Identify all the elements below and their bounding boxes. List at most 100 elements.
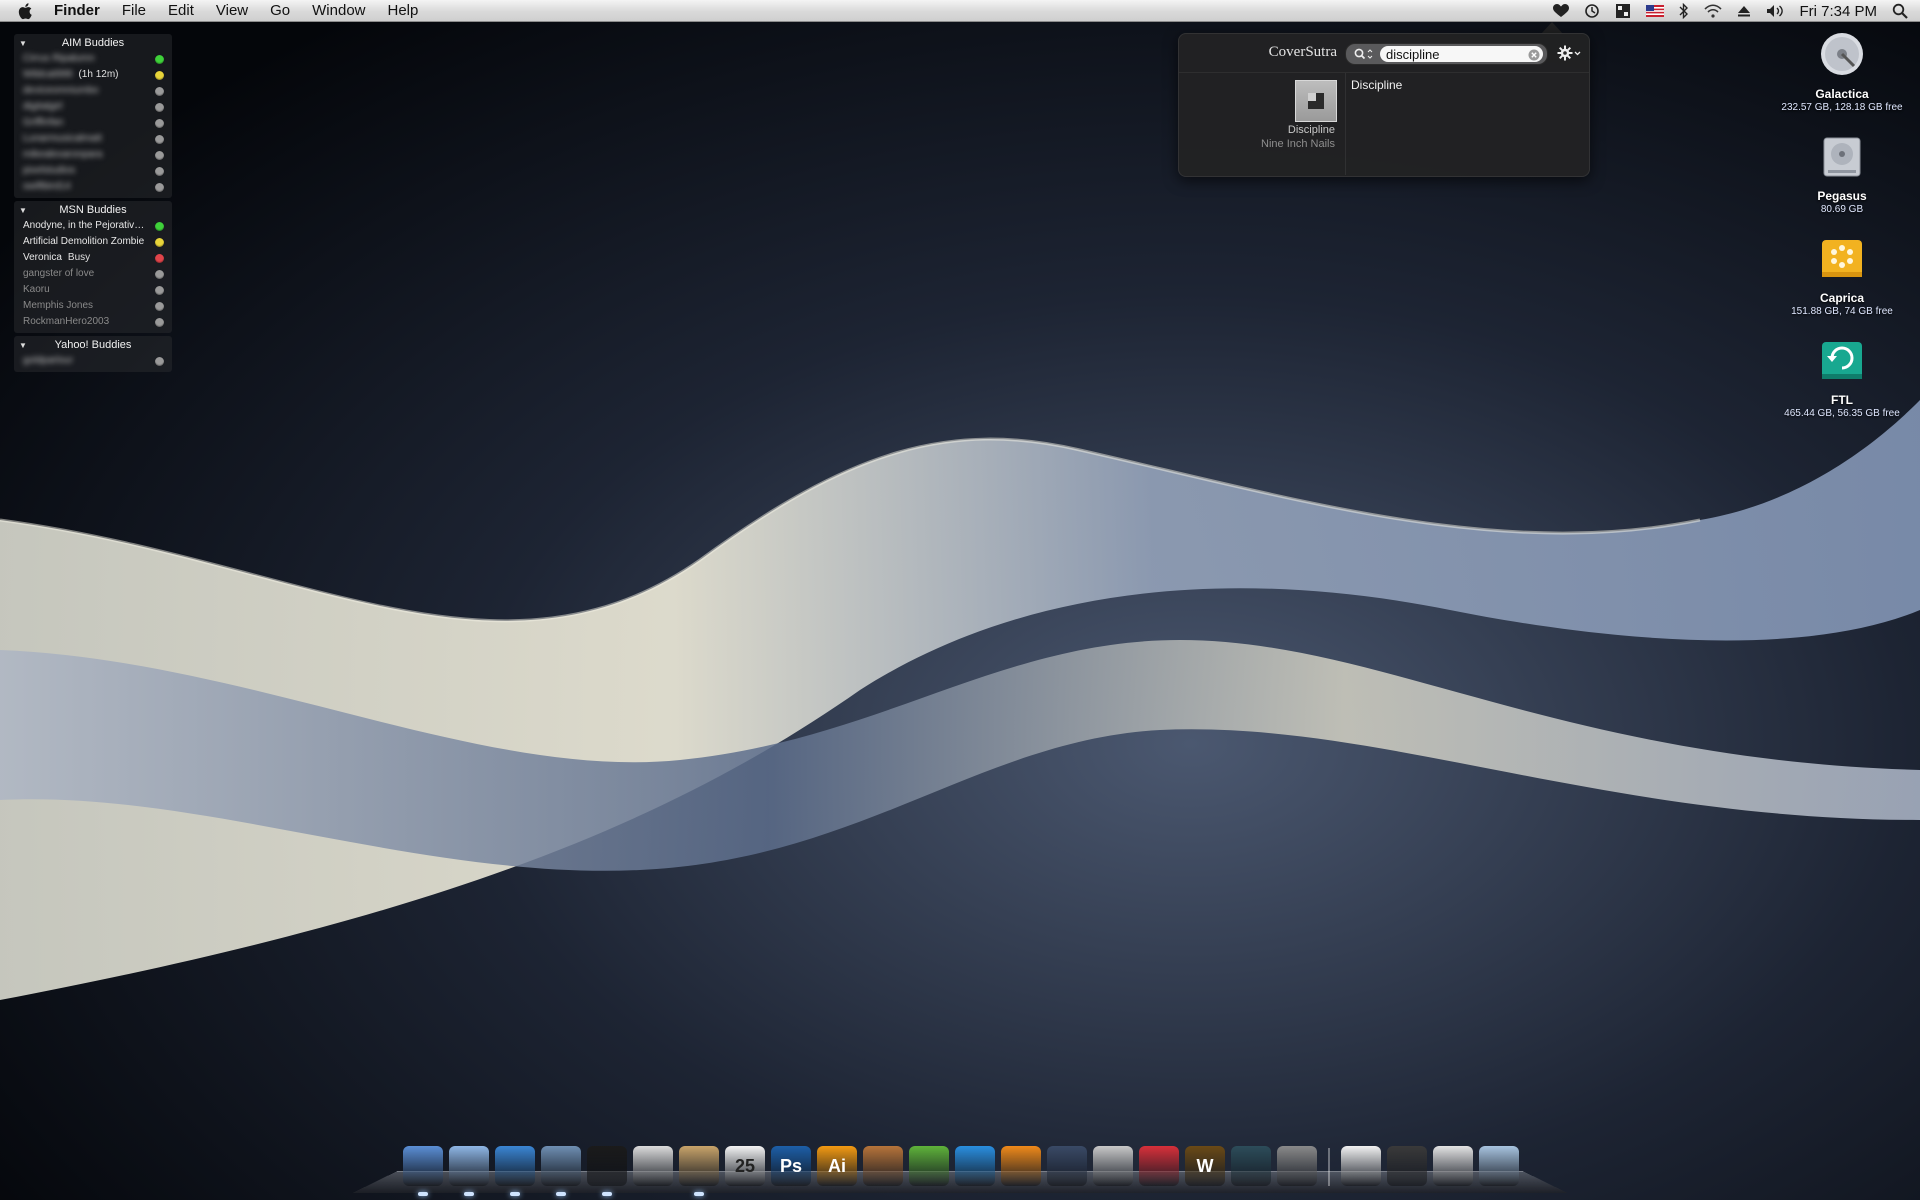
disclosure-triangle-icon[interactable]: ▼ — [19, 338, 27, 353]
trash-icon[interactable] — [1479, 1146, 1519, 1186]
buddy-row[interactable]: Anodyne, in the Pejorative... — [14, 218, 172, 234]
buddy-name: swiftbird14 — [23, 181, 71, 192]
network-utility-icon[interactable] — [1047, 1146, 1087, 1186]
bluetooth-menu-icon[interactable] — [1679, 3, 1689, 19]
search-result-item[interactable]: Discipline — [1351, 78, 1402, 92]
buddy-row[interactable]: Lunarmusicalmatt — [14, 131, 172, 147]
disclosure-triangle-icon[interactable]: ▼ — [19, 36, 27, 51]
buddy-group-name: AIM Buddies — [61, 37, 125, 49]
menu-window[interactable]: Window — [301, 0, 376, 22]
downloads-stack-icon[interactable] — [1387, 1146, 1427, 1186]
menu-edit[interactable]: Edit — [157, 0, 205, 22]
buddy-row[interactable]: mikealexaronpara — [14, 147, 172, 163]
menu-file[interactable]: File — [111, 0, 157, 22]
quicktime-icon[interactable] — [955, 1146, 995, 1186]
buddy-group: ▼ Yahoo! Buddies goldparlour — [14, 336, 172, 372]
buddy-row[interactable]: Kaoru — [14, 282, 172, 298]
status-dot-icon — [155, 238, 164, 247]
world-of-warcraft-icon[interactable]: W — [1185, 1146, 1225, 1186]
buddy-row[interactable]: deviceomniumbo — [14, 83, 172, 99]
documents-stack-icon[interactable] — [1433, 1146, 1473, 1186]
transmit-icon[interactable] — [1093, 1146, 1133, 1186]
dock-icon-label: Ps — [779, 1155, 803, 1176]
buddy-group: ▼ MSN Buddies Anodyne, in the Pejorative..… — [14, 201, 172, 333]
time-machine-icon[interactable] — [1231, 1146, 1271, 1186]
coversutra-heart-icon[interactable] — [1553, 4, 1570, 18]
status-dot-icon — [155, 183, 164, 192]
buddy-row[interactable]: Artificial Demolition Zombie — [14, 234, 172, 250]
buddy-status: Busy — [67, 252, 91, 263]
ical-icon[interactable]: 25 — [725, 1146, 765, 1186]
desktop-volume-ftl[interactable]: FTL 465.44 GB, 56.35 GB free — [1772, 336, 1912, 419]
desktop-volume-galactica[interactable]: Galactica 232.57 GB, 128.18 GB free — [1772, 30, 1912, 113]
buddy-row[interactable]: RockmanHero2003 — [14, 314, 172, 330]
desktop-volume-pegasus[interactable]: Pegasus 80.69 GB — [1772, 132, 1912, 215]
coda-icon[interactable] — [909, 1146, 949, 1186]
album-title: Discipline — [1287, 124, 1335, 136]
safari-icon[interactable] — [495, 1146, 535, 1186]
buddy-group-header[interactable]: ▼ AIM Buddies — [14, 36, 172, 51]
buddy-name: Cirrus Ripalumn — [23, 53, 95, 64]
dock-separator — [1328, 1148, 1330, 1186]
spotlight-search-icon[interactable] — [1892, 3, 1908, 19]
menu-clock[interactable]: Fri 7:34 PM — [1799, 3, 1877, 20]
status-dot-icon — [155, 222, 164, 231]
illustrator-icon[interactable]: Ai — [817, 1146, 857, 1186]
dock-icon-label: Ai — [828, 1155, 846, 1176]
album-artist: Nine Inch Nails — [1261, 138, 1335, 150]
buddy-row[interactable]: Cirrus Ripalumn — [14, 51, 172, 67]
gear-icon[interactable] — [1556, 43, 1582, 68]
status-dot-icon — [155, 302, 164, 311]
us-flag-input-menu-icon[interactable] — [1646, 5, 1665, 17]
finder-icon[interactable] — [403, 1146, 443, 1186]
vlc-icon[interactable] — [1001, 1146, 1041, 1186]
iphoto-icon[interactable] — [863, 1146, 903, 1186]
volume-name: Caprica — [1819, 291, 1865, 305]
mail-icon[interactable] — [541, 1146, 581, 1186]
itunes-icon[interactable] — [449, 1146, 489, 1186]
buddy-name: Memphis Jones — [23, 300, 94, 311]
desktop-wallpaper — [0, 0, 1920, 1200]
album-cover-art[interactable] — [1295, 80, 1337, 122]
buddy-name: Artificial Demolition Zombie — [23, 236, 145, 247]
buddy-name: Lunarmusicalmatt — [23, 133, 102, 144]
volume-menu-icon[interactable] — [1766, 4, 1784, 18]
document-icon[interactable] — [1341, 1146, 1381, 1186]
menu-view[interactable]: View — [205, 0, 259, 22]
coversutra-search-input[interactable] — [1386, 46, 1514, 62]
buddy-row[interactable]: Griffinfan — [14, 115, 172, 131]
preview-icon[interactable] — [679, 1146, 719, 1186]
apple-menu-icon[interactable] — [16, 1, 36, 21]
status-dot-icon — [155, 151, 164, 160]
buddy-row[interactable]: Wildcat999 (1h 12m) — [14, 67, 172, 83]
eject-menu-icon[interactable] — [1737, 4, 1751, 18]
search-scope-icon[interactable] — [1353, 47, 1375, 66]
buddy-row[interactable]: goldparlour — [14, 353, 172, 369]
buddy-row[interactable]: pixelstudios — [14, 163, 172, 179]
status-dot-icon — [155, 357, 164, 366]
menu-go[interactable]: Go — [259, 0, 301, 22]
crossover-icon[interactable] — [1139, 1146, 1179, 1186]
photoshop-icon[interactable]: Ps — [771, 1146, 811, 1186]
disclosure-triangle-icon[interactable]: ▼ — [19, 203, 27, 218]
buddy-row[interactable]: swiftbird14 — [14, 179, 172, 195]
textedit-icon[interactable] — [633, 1146, 673, 1186]
buddy-group-header[interactable]: ▼ Yahoo! Buddies — [14, 338, 172, 353]
buddy-row[interactable]: digitalgirl — [14, 99, 172, 115]
buddy-group-header[interactable]: ▼ MSN Buddies — [14, 203, 172, 218]
coversutra-panel: CoverSutra Discipline Nine Inch Nails Di… — [1178, 33, 1590, 177]
menu-help[interactable]: Help — [377, 0, 430, 22]
time-machine-menu-icon[interactable] — [1584, 3, 1600, 19]
spaces-menu-icon[interactable] — [1615, 3, 1631, 19]
search-clear-icon[interactable] — [1528, 48, 1540, 66]
desktop-volume-caprica[interactable]: Caprica 151.88 GB, 74 GB free — [1772, 234, 1912, 317]
system-preferences-icon[interactable] — [1277, 1146, 1317, 1186]
buddy-name: deviceomniumbo — [23, 85, 99, 96]
running-indicator — [556, 1192, 566, 1196]
wifi-menu-icon[interactable] — [1704, 4, 1723, 18]
adium-icon[interactable] — [587, 1146, 627, 1186]
buddy-row[interactable]: Memphis Jones — [14, 298, 172, 314]
menu-app-finder[interactable]: Finder — [54, 0, 111, 22]
buddy-row[interactable]: Veronica Busy — [14, 250, 172, 266]
buddy-row[interactable]: gangster of love — [14, 266, 172, 282]
